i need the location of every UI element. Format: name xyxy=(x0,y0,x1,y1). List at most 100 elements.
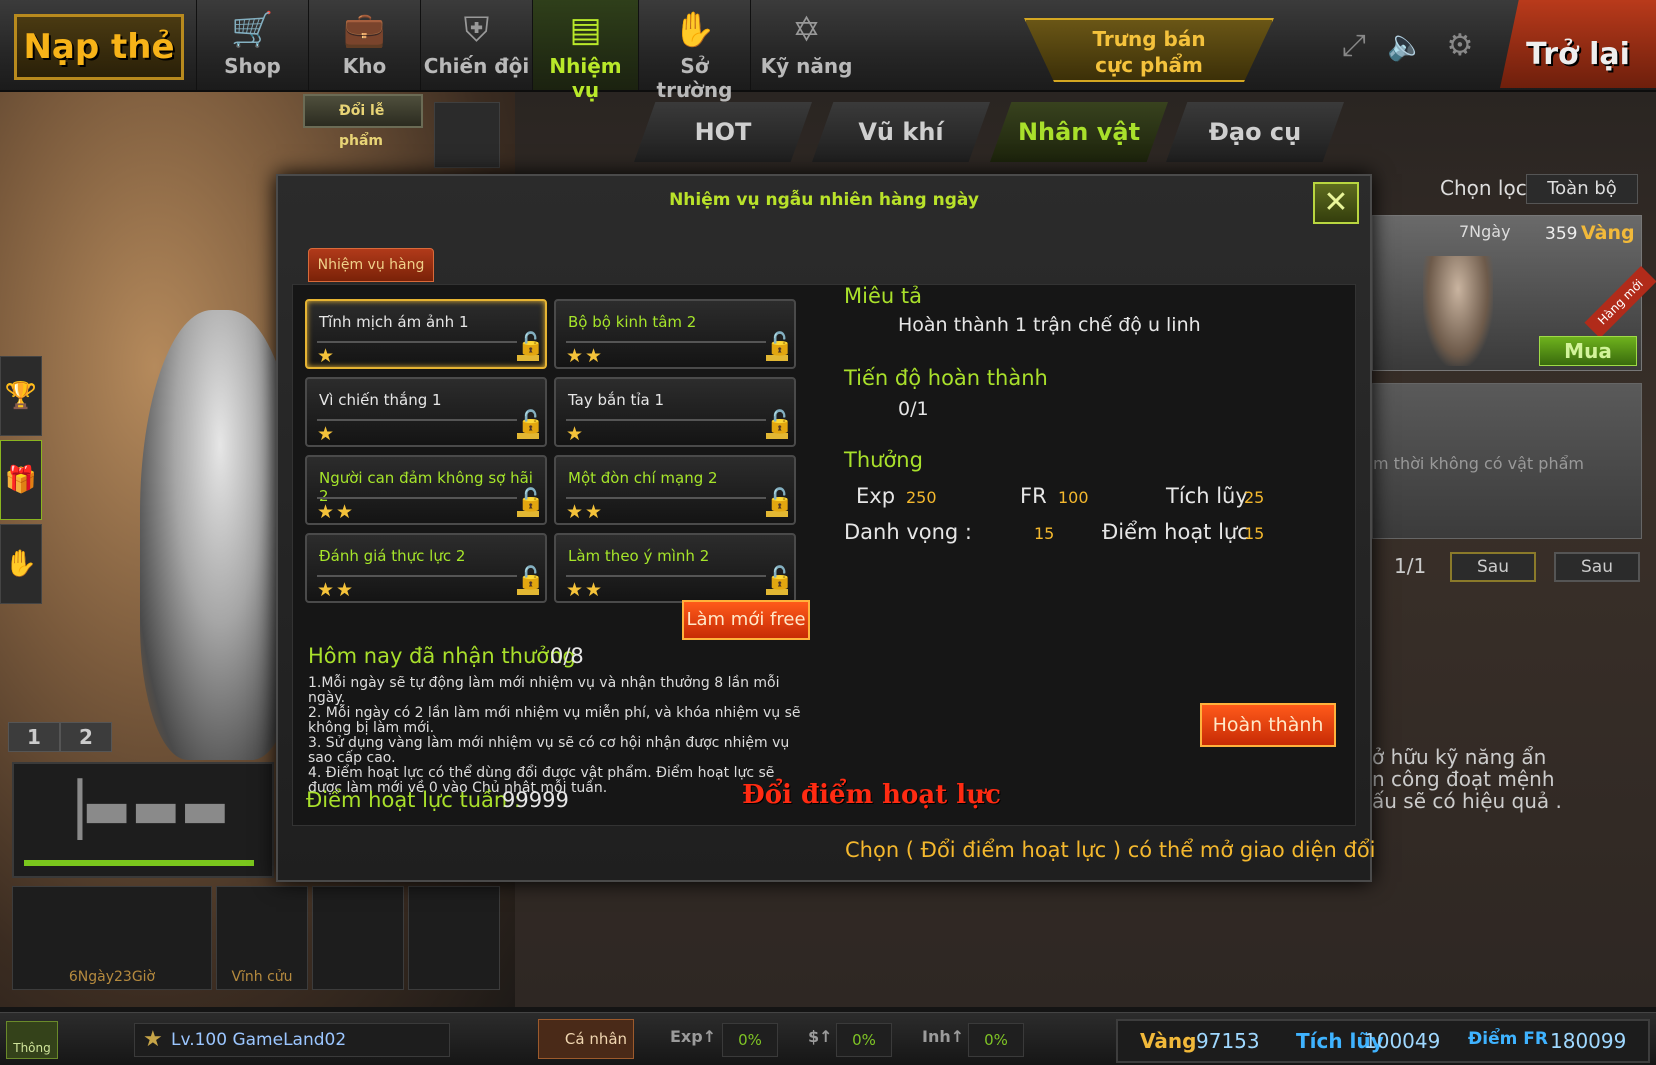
durability-bar xyxy=(24,860,254,866)
quest-name: Bộ bộ kinh tâm 2 xyxy=(568,313,697,331)
lock-icon[interactable]: 🔓 xyxy=(766,485,793,517)
quest-progress-line xyxy=(566,497,766,499)
tab-dao-cu[interactable]: Đạo cụ xyxy=(1166,102,1344,162)
hand-icon[interactable]: ✋ xyxy=(0,524,42,604)
close-button[interactable]: ✕ xyxy=(1313,182,1359,224)
complete-button[interactable]: Hoàn thành xyxy=(1200,703,1336,747)
top-navigation-bar: Nạp thẻ 🛒 Shop 💼 Kho ⛨ Chiến đội ▤ Nhiệm… xyxy=(0,0,1656,102)
today-reward-label: Hôm nay đã nhận thưởng xyxy=(308,644,576,668)
gift-icon[interactable]: 🎁 xyxy=(0,440,42,520)
description-text: Hoàn thành 1 trận chế độ u linh xyxy=(898,314,1201,336)
nap-the-button[interactable]: Nạp thẻ xyxy=(14,14,184,80)
quest-stars: ★ xyxy=(566,423,586,445)
quest-stars: ★★ xyxy=(566,345,605,367)
lock-icon[interactable]: 🔓 xyxy=(766,407,793,439)
helmet-slot[interactable] xyxy=(434,102,500,168)
last-page-button[interactable]: Sau xyxy=(1554,552,1640,582)
quest-name: Đánh giá thực lực 2 xyxy=(319,547,466,565)
buy-button[interactable]: Mua xyxy=(1539,336,1637,366)
trophy-icon[interactable]: 🏆 xyxy=(0,356,42,436)
reward-title: Thưởng xyxy=(844,448,923,472)
quest-card[interactable]: Tĩnh mịch ám ảnh 1 ★ 🔓 xyxy=(305,299,547,369)
nav-kho[interactable]: 💼 Kho xyxy=(308,0,420,90)
fullscreen-icon[interactable]: ⤢ xyxy=(1334,26,1374,66)
nav-nhiem-vu[interactable]: ▤ Nhiệm vụ xyxy=(532,0,638,102)
notice-button[interactable]: Thông báo xyxy=(6,1021,58,1059)
quest-card[interactable]: Tay bắn tỉa 1 ★ 🔓 xyxy=(554,377,796,447)
item-duration: 7Ngày xyxy=(1459,222,1511,241)
shield-icon: ⛨ xyxy=(463,10,490,50)
quest-card[interactable]: Làm theo ý mình 2 ★★ 🔓 xyxy=(554,533,796,603)
lock-icon[interactable]: 🔓 xyxy=(517,329,544,361)
rule-1: 1.Mỗi ngày sẽ tự động làm mới nhiệm vụ v… xyxy=(308,675,780,706)
exchange-hint: Chọn ( Đổi điểm hoạt lực ) có thể mở gia… xyxy=(845,838,1376,862)
nav-chien-doi-label: Chiến đội xyxy=(423,54,530,78)
quest-card[interactable]: Bộ bộ kinh tâm 2 ★★ 🔓 xyxy=(554,299,796,369)
special-sale-line1: Trưng bán xyxy=(1092,27,1206,51)
quest-stars: ★★ xyxy=(317,579,356,601)
grenade-slot[interactable]: Vĩnh cửu xyxy=(216,886,308,990)
exchange-gift-button[interactable]: Đổi lễ phẩm xyxy=(303,94,423,149)
nav-shop[interactable]: 🛒 Shop xyxy=(196,0,308,90)
profile-button[interactable]: Cá nhân xyxy=(538,1019,634,1059)
nav-chien-doi[interactable]: ⛨ Chiến đội xyxy=(420,0,532,90)
briefcase-icon: 💼 xyxy=(343,10,386,50)
sound-icon[interactable]: 🔈 xyxy=(1386,26,1426,66)
quest-stars: ★ xyxy=(317,423,337,445)
quest-card[interactable]: Đánh giá thực lực 2 ★★ 🔓 xyxy=(305,533,547,603)
special-sale-button[interactable]: Trưng bán cực phẩm xyxy=(1024,18,1274,82)
reward-hoatluc-label: Điểm hoạt lực xyxy=(1102,520,1249,544)
loadout-tab-1[interactable]: 1 xyxy=(8,722,60,752)
reward-exp-label: Exp xyxy=(856,484,896,508)
quest-stars: ★★ xyxy=(566,579,605,601)
lock-icon[interactable]: 🔓 xyxy=(766,563,793,595)
quest-name: Tĩnh mịch ám ảnh 1 xyxy=(319,313,469,331)
inh-boost-value: 0% xyxy=(968,1023,1024,1057)
skill-description: ở hữu kỹ năng ẩn n công đoạt mệnh ấu sẽ … xyxy=(1372,746,1642,812)
gear-icon[interactable]: ⚙ xyxy=(1440,26,1480,66)
weekly-points-value: 99999 xyxy=(502,788,569,812)
tab-hot[interactable]: HOT xyxy=(634,102,812,162)
player-level-text: Lv.100 GameLand02 xyxy=(171,1030,347,1050)
exchange-points-link[interactable]: Đổi điểm hoạt lực xyxy=(742,780,1001,810)
nav-ky-nang[interactable]: ✡ Kỹ năng xyxy=(750,0,862,90)
quest-card[interactable]: Vì chiến thắng 1 ★ 🔓 xyxy=(305,377,547,447)
back-button[interactable]: Trở lại xyxy=(1500,0,1656,88)
quest-progress-line xyxy=(566,419,766,421)
primary-weapon-slot[interactable]: ▕▬▬▬ xyxy=(12,762,274,878)
notice-label: Thông báo xyxy=(13,1041,51,1055)
empty-slot-4[interactable] xyxy=(408,886,500,990)
reward-tichluy-value: 25 xyxy=(1244,488,1265,507)
quest-card[interactable]: Người can đảm không sợ hãi 2 ★★ 🔓 xyxy=(305,455,547,525)
reward-hoatluc-value: 15 xyxy=(1244,524,1265,543)
tab-vu-khi[interactable]: Vũ khí xyxy=(812,102,990,162)
nav-shop-label: Shop xyxy=(224,54,281,78)
empty-slot-3[interactable] xyxy=(312,886,404,990)
tab-nhan-vat[interactable]: Nhân vật xyxy=(990,102,1168,162)
quest-name: Người can đảm không sợ hãi 2 xyxy=(319,469,533,505)
knife-slot[interactable]: 6Ngày23Giờ xyxy=(12,886,212,990)
list-icon: ▤ xyxy=(569,10,602,50)
cart-icon: 🛒 xyxy=(231,10,274,50)
description-title: Miêu tả xyxy=(844,284,922,308)
nav-kho-label: Kho xyxy=(342,54,387,78)
lock-icon[interactable]: 🔓 xyxy=(517,485,544,517)
nav-so-truong[interactable]: ✋ Sở trường xyxy=(638,0,750,102)
daily-quest-modal: Nhiệm vụ ngẫu nhiên hàng ngày ✕ Nhiệm vụ… xyxy=(276,174,1372,882)
tab-daily-quest[interactable]: Nhiệm vụ hàng ngày xyxy=(308,248,434,305)
refresh-free-button[interactable]: Làm mới free xyxy=(682,600,810,640)
rifle-icon: ▕▬▬▬ xyxy=(42,780,230,840)
rules-text: 1.Mỗi ngày sẽ tự động làm mới nhiệm vụ v… xyxy=(308,676,808,796)
item-currency: Vàng xyxy=(1581,222,1635,244)
quest-card[interactable]: Một đòn chí mạng 2 ★★ 🔓 xyxy=(554,455,796,525)
reward-exp-value: 250 xyxy=(906,488,937,507)
shop-item-card[interactable]: 7Ngày 359 Vàng Hàng mới Mua xyxy=(1372,215,1656,371)
next-page-button[interactable]: Sau xyxy=(1450,552,1536,582)
rank-icon: ★ xyxy=(143,1027,163,1052)
lock-icon[interactable]: 🔓 xyxy=(517,563,544,595)
lock-icon[interactable]: 🔓 xyxy=(766,329,793,361)
lock-icon[interactable]: 🔓 xyxy=(517,407,544,439)
filter-select[interactable]: Toàn bộ xyxy=(1526,174,1638,204)
money-boost-value: 0% xyxy=(836,1023,892,1057)
loadout-tab-2[interactable]: 2 xyxy=(60,722,112,752)
